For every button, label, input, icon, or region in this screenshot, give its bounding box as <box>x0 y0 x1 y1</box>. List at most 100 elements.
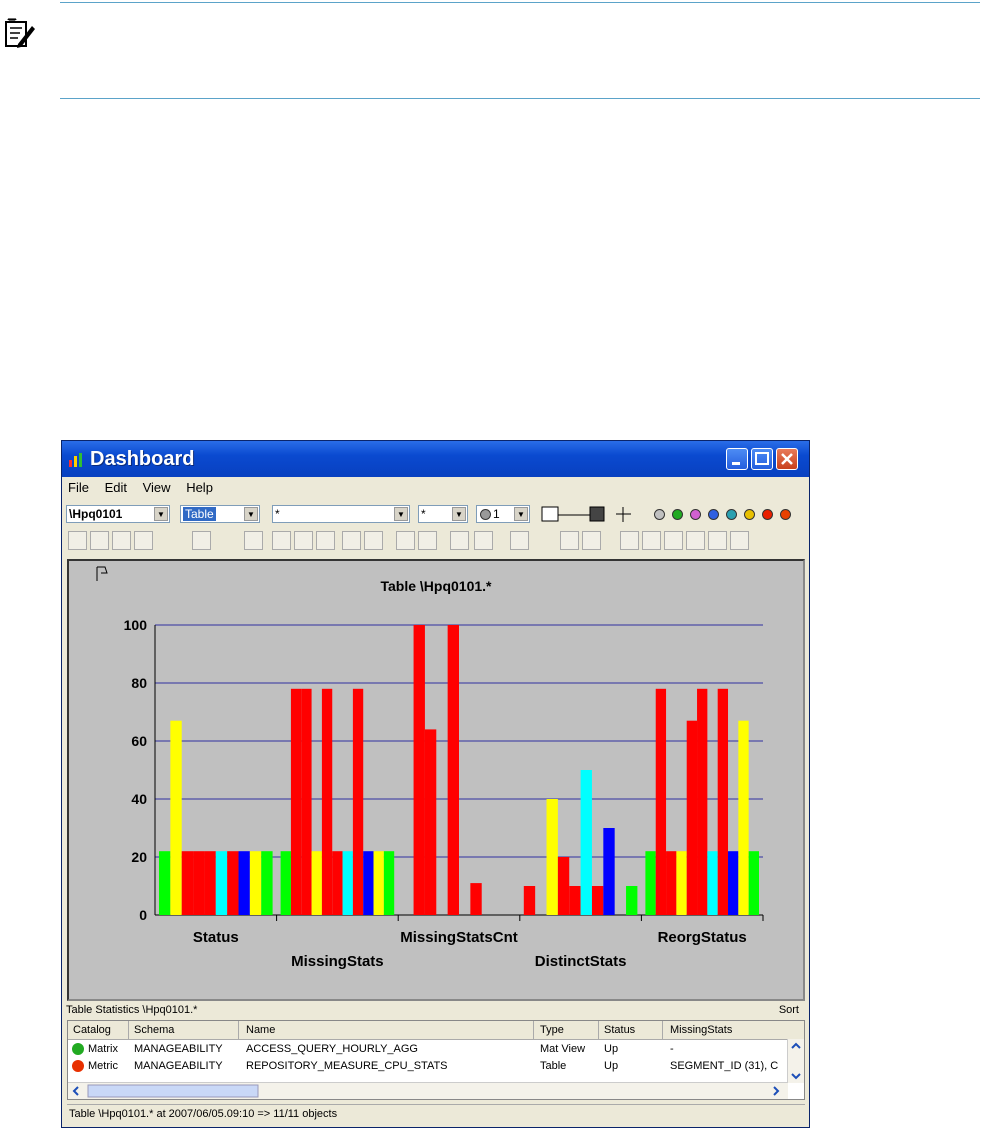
toolbar-row-1: \Hpq0101 ▼ Table ▼ * ▼ * ▼ 1 ▼ <box>62 503 809 525</box>
status-text: Table \Hpq0101.* at 2007/06/05.09:10 => … <box>69 1108 338 1120</box>
list-left-icon[interactable] <box>342 531 361 550</box>
cell-missing: SEGMENT_ID (31), C <box>670 1060 779 1072</box>
cell-name: ACCESS_QUERY_HOURLY_AGG <box>246 1043 418 1055</box>
column-name[interactable]: Name <box>246 1024 275 1036</box>
hammer-icon[interactable] <box>450 531 469 550</box>
chevron-down-icon[interactable]: ▼ <box>394 507 408 521</box>
status-bar: Table \Hpq0101.* at 2007/06/05.09:10 => … <box>67 1104 805 1123</box>
bar <box>738 720 749 915</box>
bar <box>193 851 205 915</box>
status-dot-6-icon[interactable] <box>762 509 773 520</box>
sort-asc-icon[interactable] <box>90 531 109 550</box>
schema-filter-value: * <box>275 507 280 521</box>
table-row[interactable]: Metric MANAGEABILITY REPOSITORY_MEASURE_CP… <box>68 1058 788 1076</box>
binoculars-icon[interactable] <box>664 531 683 550</box>
column-catalog[interactable]: Catalog <box>73 1024 111 1036</box>
column-status[interactable]: Status <box>604 1024 635 1036</box>
sort-button[interactable]: Sort <box>779 1004 799 1016</box>
bar <box>666 851 677 915</box>
camera-icon[interactable] <box>560 531 579 550</box>
bar <box>159 851 171 915</box>
column-schema[interactable]: Schema <box>134 1024 174 1036</box>
bar <box>569 886 581 915</box>
wrench-icon[interactable] <box>244 531 263 550</box>
chart-area: Table \Hpq0101.* 0 20 40 60 80 100 Status Missin… <box>67 559 805 1001</box>
schema-filter-combo[interactable]: * ▼ <box>272 505 410 523</box>
name-filter-combo[interactable]: * ▼ <box>418 505 468 523</box>
close-button[interactable] <box>776 448 798 470</box>
crosshair-icon[interactable] <box>614 505 633 524</box>
save-icon[interactable] <box>620 531 639 550</box>
status-dot-0-icon[interactable] <box>654 509 665 520</box>
table-header: Catalog Schema Name Type Status MissingS… <box>68 1021 804 1040</box>
vertical-scrollbar[interactable] <box>787 1039 804 1083</box>
bar <box>645 851 656 915</box>
color-icon[interactable] <box>686 531 705 550</box>
chevron-down-icon[interactable]: ▼ <box>244 507 258 521</box>
menu-help[interactable]: Help <box>180 477 219 498</box>
bar <box>728 851 739 915</box>
table-icon[interactable] <box>642 531 661 550</box>
status-dot-2-icon[interactable] <box>690 509 701 520</box>
list-right-icon[interactable] <box>364 531 383 550</box>
bar <box>686 720 698 915</box>
maximize-button[interactable] <box>751 448 773 470</box>
object-type-combo[interactable]: Table ▼ <box>180 505 260 523</box>
gray-dot-icon <box>480 509 491 520</box>
menu-edit[interactable]: Edit <box>99 477 133 498</box>
bar <box>280 851 291 915</box>
bar <box>215 851 228 915</box>
up-down-icon[interactable] <box>134 531 153 550</box>
indent-icon[interactable] <box>294 531 313 550</box>
system-combo[interactable]: \Hpq0101 ▼ <box>66 505 170 523</box>
chevron-down-icon[interactable]: ▼ <box>514 507 528 521</box>
y-tick-label: 40 <box>131 791 147 807</box>
menu-bar: File Edit View Help <box>62 477 809 499</box>
list-icon[interactable] <box>272 531 291 550</box>
status-dot-5-icon[interactable] <box>744 509 755 520</box>
table-row[interactable]: Matrix MANAGEABILITY ACCESS_QUERY_HOURLY_A… <box>68 1041 788 1059</box>
minimize-button[interactable] <box>726 448 748 470</box>
outdent-icon[interactable] <box>316 531 335 550</box>
grid-icon[interactable] <box>192 531 211 550</box>
bar <box>655 688 667 915</box>
cell-catalog: Metric <box>88 1060 118 1072</box>
columns-icon[interactable] <box>474 531 493 550</box>
cell-schema: MANAGEABILITY <box>134 1043 223 1055</box>
subscript-icon[interactable] <box>396 531 415 550</box>
y-tick-label: 80 <box>131 675 147 691</box>
column-missingstats[interactable]: MissingStats <box>670 1024 732 1036</box>
chevron-down-icon[interactable]: ▼ <box>154 507 168 521</box>
refresh-icon[interactable] <box>418 531 437 550</box>
y-tick-label: 100 <box>124 617 148 633</box>
column-type[interactable]: Type <box>540 1024 564 1036</box>
bar <box>373 851 384 915</box>
print-icon[interactable] <box>582 531 601 550</box>
menu-view[interactable]: View <box>137 477 177 498</box>
bar <box>170 720 182 915</box>
properties-icon[interactable] <box>510 531 529 550</box>
sort-desc-icon[interactable] <box>112 531 131 550</box>
bar <box>603 828 615 915</box>
bar <box>717 688 729 915</box>
cell-status: Up <box>604 1060 619 1072</box>
title-bar[interactable]: Dashboard <box>62 441 809 477</box>
status-dot-3-icon[interactable] <box>708 509 719 520</box>
user-icon[interactable] <box>730 531 749 550</box>
status-dot-1-icon[interactable] <box>672 509 683 520</box>
note-icon <box>5 18 35 48</box>
chevron-down-icon[interactable]: ▼ <box>452 507 466 521</box>
menu-file[interactable]: File <box>62 477 95 498</box>
bar <box>332 851 343 915</box>
name-filter-value: * <box>421 507 426 521</box>
maximize-icon <box>755 452 769 465</box>
globe-icon[interactable] <box>708 531 727 550</box>
bar <box>204 851 216 915</box>
slider-icon[interactable] <box>540 505 608 524</box>
cell-type: Table <box>540 1060 567 1072</box>
status-dot-7-icon[interactable] <box>780 509 791 520</box>
counter-combo[interactable]: 1 ▼ <box>476 505 530 523</box>
warning-icon[interactable] <box>68 531 87 550</box>
horizontal-scrollbar[interactable] <box>68 1082 788 1099</box>
status-dot-4-icon[interactable] <box>726 509 737 520</box>
